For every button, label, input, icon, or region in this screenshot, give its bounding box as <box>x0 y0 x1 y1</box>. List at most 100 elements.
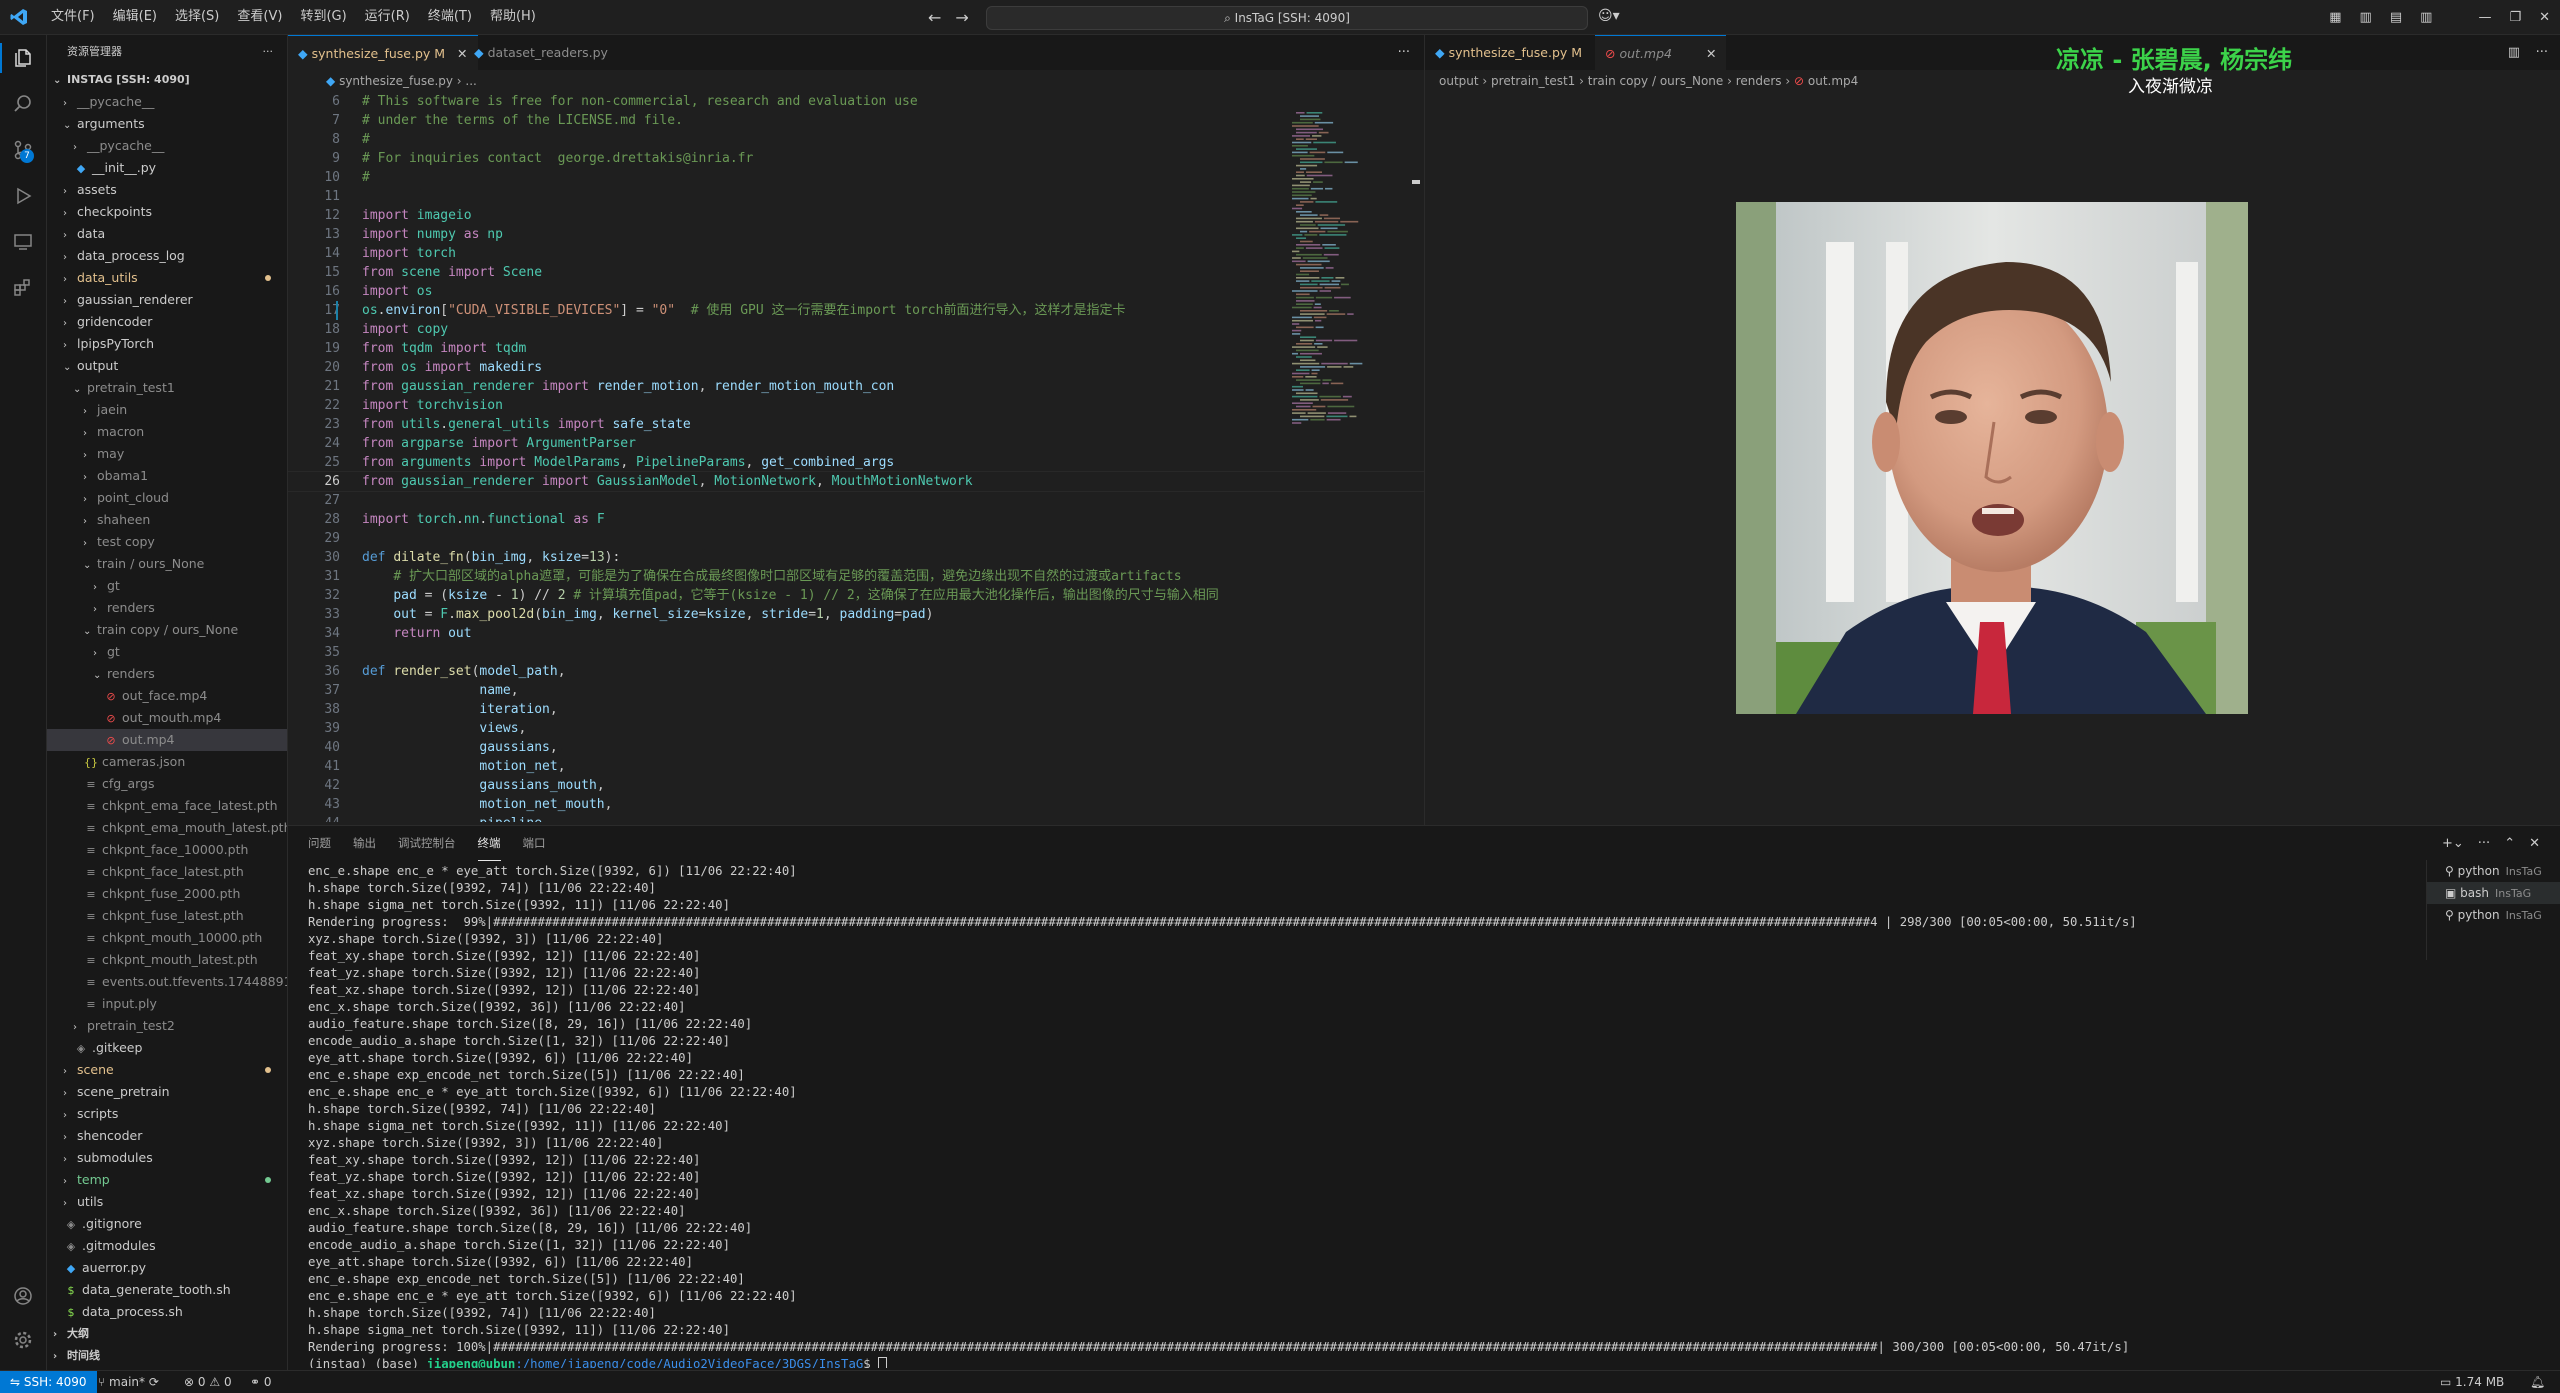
tree-folder[interactable]: ⌄ train copy / ours_None <box>47 619 287 641</box>
tab-ports[interactable]: 端口 <box>523 826 546 860</box>
breadcrumb-item[interactable]: synthesize_fuse.py <box>339 74 453 88</box>
tree-file[interactable]: ≡ chkpnt_ema_face_latest.pth <box>47 795 287 817</box>
tree-file[interactable]: ◆ __init__.py <box>47 157 287 179</box>
minimap[interactable] <box>1290 110 1410 430</box>
tree-folder[interactable]: › scene_pretrain <box>47 1081 287 1103</box>
tree-folder[interactable]: › __pycache__ <box>47 91 287 113</box>
back-arrow-icon[interactable]: ← <box>928 8 941 27</box>
remote-indicator[interactable]: ⇋ SSH: 4090 <box>0 1371 97 1393</box>
menu-terminal[interactable]: 终端(T) <box>419 0 481 34</box>
tree-folder[interactable]: › lpipsPyTorch <box>47 333 287 355</box>
more-actions-icon[interactable]: ··· <box>263 35 274 69</box>
tree-folder[interactable]: › __pycache__ <box>47 135 287 157</box>
tree-folder[interactable]: › temp <box>47 1169 287 1191</box>
tree-folder[interactable]: › test copy <box>47 531 287 553</box>
tree-file[interactable]: ◈ .gitkeep <box>47 1037 287 1059</box>
source-control-icon[interactable]: 7 <box>8 135 38 165</box>
tree-file[interactable]: ◈ .gitignore <box>47 1213 287 1235</box>
menu-file[interactable]: 文件(F) <box>42 0 104 34</box>
tree-file[interactable]: ◆ auerror.py <box>47 1257 287 1279</box>
breadcrumb-item[interactable]: renders <box>1736 74 1782 88</box>
remote-explorer-icon[interactable] <box>8 227 38 257</box>
tree-folder[interactable]: › checkpoints <box>47 201 287 223</box>
tab-debug-console[interactable]: 调试控制台 <box>398 826 456 860</box>
command-center[interactable]: ⌕ InsTaG [SSH: 4090] <box>986 6 1588 30</box>
extensions-icon[interactable] <box>8 273 38 303</box>
breadcrumb-item[interactable]: out.mp4 <box>1808 74 1858 88</box>
tree-folder[interactable]: › may <box>47 443 287 465</box>
menu-selection[interactable]: 选择(S) <box>166 0 228 34</box>
account-icon[interactable] <box>8 1281 38 1311</box>
tree-folder[interactable]: ⌄ train / ours_None <box>47 553 287 575</box>
tree-file[interactable]: ≡ chkpnt_fuse_latest.pth <box>47 905 287 927</box>
toggle-secondary-sidebar-icon[interactable]: ▥ <box>2420 10 2432 25</box>
customize-layout-icon[interactable]: ▦ <box>2329 10 2341 25</box>
tree-folder[interactable]: › point_cloud <box>47 487 287 509</box>
notifications-icon[interactable]: 🔔︎ <box>2530 1371 2545 1393</box>
branch-status[interactable]: ⑂ main* ⟳ <box>98 1371 159 1393</box>
tree-folder[interactable]: › shencoder <box>47 1125 287 1147</box>
breadcrumb-item[interactable]: pretrain_test1 <box>1491 74 1575 88</box>
menu-help[interactable]: 帮助(H) <box>481 0 545 34</box>
tree-folder[interactable]: › pretrain_test2 <box>47 1015 287 1037</box>
tree-file[interactable]: ≡ chkpnt_mouth_10000.pth <box>47 927 287 949</box>
breadcrumb-item[interactable]: output <box>1439 74 1479 88</box>
tree-folder[interactable]: ⌄ pretrain_test1 <box>47 377 287 399</box>
toggle-panel-icon[interactable]: ▤ <box>2390 10 2402 25</box>
tree-file[interactable]: ≡ chkpnt_face_10000.pth <box>47 839 287 861</box>
ports-status[interactable]: ⚭ 0 <box>250 1371 272 1393</box>
tree-folder[interactable]: › gaussian_renderer <box>47 289 287 311</box>
restore-icon[interactable]: ❐ <box>2509 10 2521 25</box>
breadcrumb-item[interactable]: ... <box>465 74 476 88</box>
tree-folder[interactable]: › shaheen <box>47 509 287 531</box>
forward-arrow-icon[interactable]: → <box>955 8 968 27</box>
tree-folder[interactable]: › assets <box>47 179 287 201</box>
tree-file[interactable]: ≡ chkpnt_fuse_2000.pth <box>47 883 287 905</box>
tree-folder[interactable]: › data <box>47 223 287 245</box>
tree-file[interactable]: ≡ cfg_args <box>47 773 287 795</box>
minimize-icon[interactable]: — <box>2478 10 2491 25</box>
outline-section[interactable]: › 大纲 <box>47 1323 287 1345</box>
breadcrumb-item[interactable]: ours_None <box>1660 74 1723 88</box>
run-debug-icon[interactable] <box>8 181 38 211</box>
toggle-sidebar-icon[interactable]: ▥ <box>2360 10 2372 25</box>
more-actions-icon[interactable]: ··· <box>1398 35 1410 70</box>
tree-folder[interactable]: › gt <box>47 575 287 597</box>
tree-folder[interactable]: › scene <box>47 1059 287 1081</box>
more-actions-icon[interactable]: ··· <box>2536 35 2548 70</box>
tree-file[interactable]: ≡ chkpnt_face_latest.pth <box>47 861 287 883</box>
code-editor[interactable]: 6 # This software is free for non-commerc… <box>288 92 1424 822</box>
tab-output[interactable]: 输出 <box>353 826 376 860</box>
terminal-output[interactable]: enc_e.shape enc_e * eye_att torch.Size([… <box>308 863 2418 1368</box>
tree-file[interactable]: ⊘ out_face.mp4 <box>47 685 287 707</box>
tree-folder[interactable]: › renders <box>47 597 287 619</box>
copilot-icon[interactable]: ☺▾ <box>1598 8 1620 24</box>
terminal-prompt[interactable]: (instag) (base) jiapeng@ubun:/home/jiape… <box>308 1356 2418 1368</box>
close-icon[interactable]: ✕ <box>1706 46 1716 61</box>
menu-go[interactable]: 转到(G) <box>291 0 355 34</box>
problems-status[interactable]: ⊗ 0 ⚠ 0 <box>184 1371 232 1393</box>
tree-folder[interactable]: › data_process_log <box>47 245 287 267</box>
split-editor-icon[interactable]: ▥ <box>2508 35 2520 70</box>
new-terminal-icon[interactable]: +⌄ <box>2442 836 2464 851</box>
tree-folder[interactable]: ⌄ arguments <box>47 113 287 135</box>
tree-folder[interactable]: ⌄ output <box>47 355 287 377</box>
tree-file[interactable]: ≡ input.ply <box>47 993 287 1015</box>
more-actions-icon[interactable]: ··· <box>2478 836 2490 851</box>
explorer-icon[interactable] <box>0 43 46 73</box>
tree-folder[interactable]: › utils <box>47 1191 287 1213</box>
close-panel-icon[interactable]: ✕ <box>2529 836 2540 851</box>
tab-dataset-readers[interactable]: ◆ dataset_readers.py <box>464 35 618 70</box>
workspace-root[interactable]: ⌄ INSTAG [SSH: 4090] <box>47 69 287 91</box>
breadcrumb-item[interactable]: train copy <box>1588 74 1648 88</box>
tree-file[interactable]: $ data_generate_tooth.sh <box>47 1279 287 1301</box>
menu-view[interactable]: 查看(V) <box>228 0 291 34</box>
tree-folder[interactable]: › data_utils <box>47 267 287 289</box>
tab-problems[interactable]: 问题 <box>308 826 331 860</box>
tab-synthesize-fuse-right[interactable]: ◆ synthesize_fuse.py M <box>1425 35 1592 70</box>
tree-folder[interactable]: › gridencoder <box>47 311 287 333</box>
tree-file[interactable]: ≡ chkpnt_ema_mouth_latest.pth <box>47 817 287 839</box>
maximize-panel-icon[interactable]: ⌃ <box>2504 836 2515 851</box>
tree-file[interactable]: ⊘ out_mouth.mp4 <box>47 707 287 729</box>
gear-icon[interactable] <box>8 1325 38 1355</box>
